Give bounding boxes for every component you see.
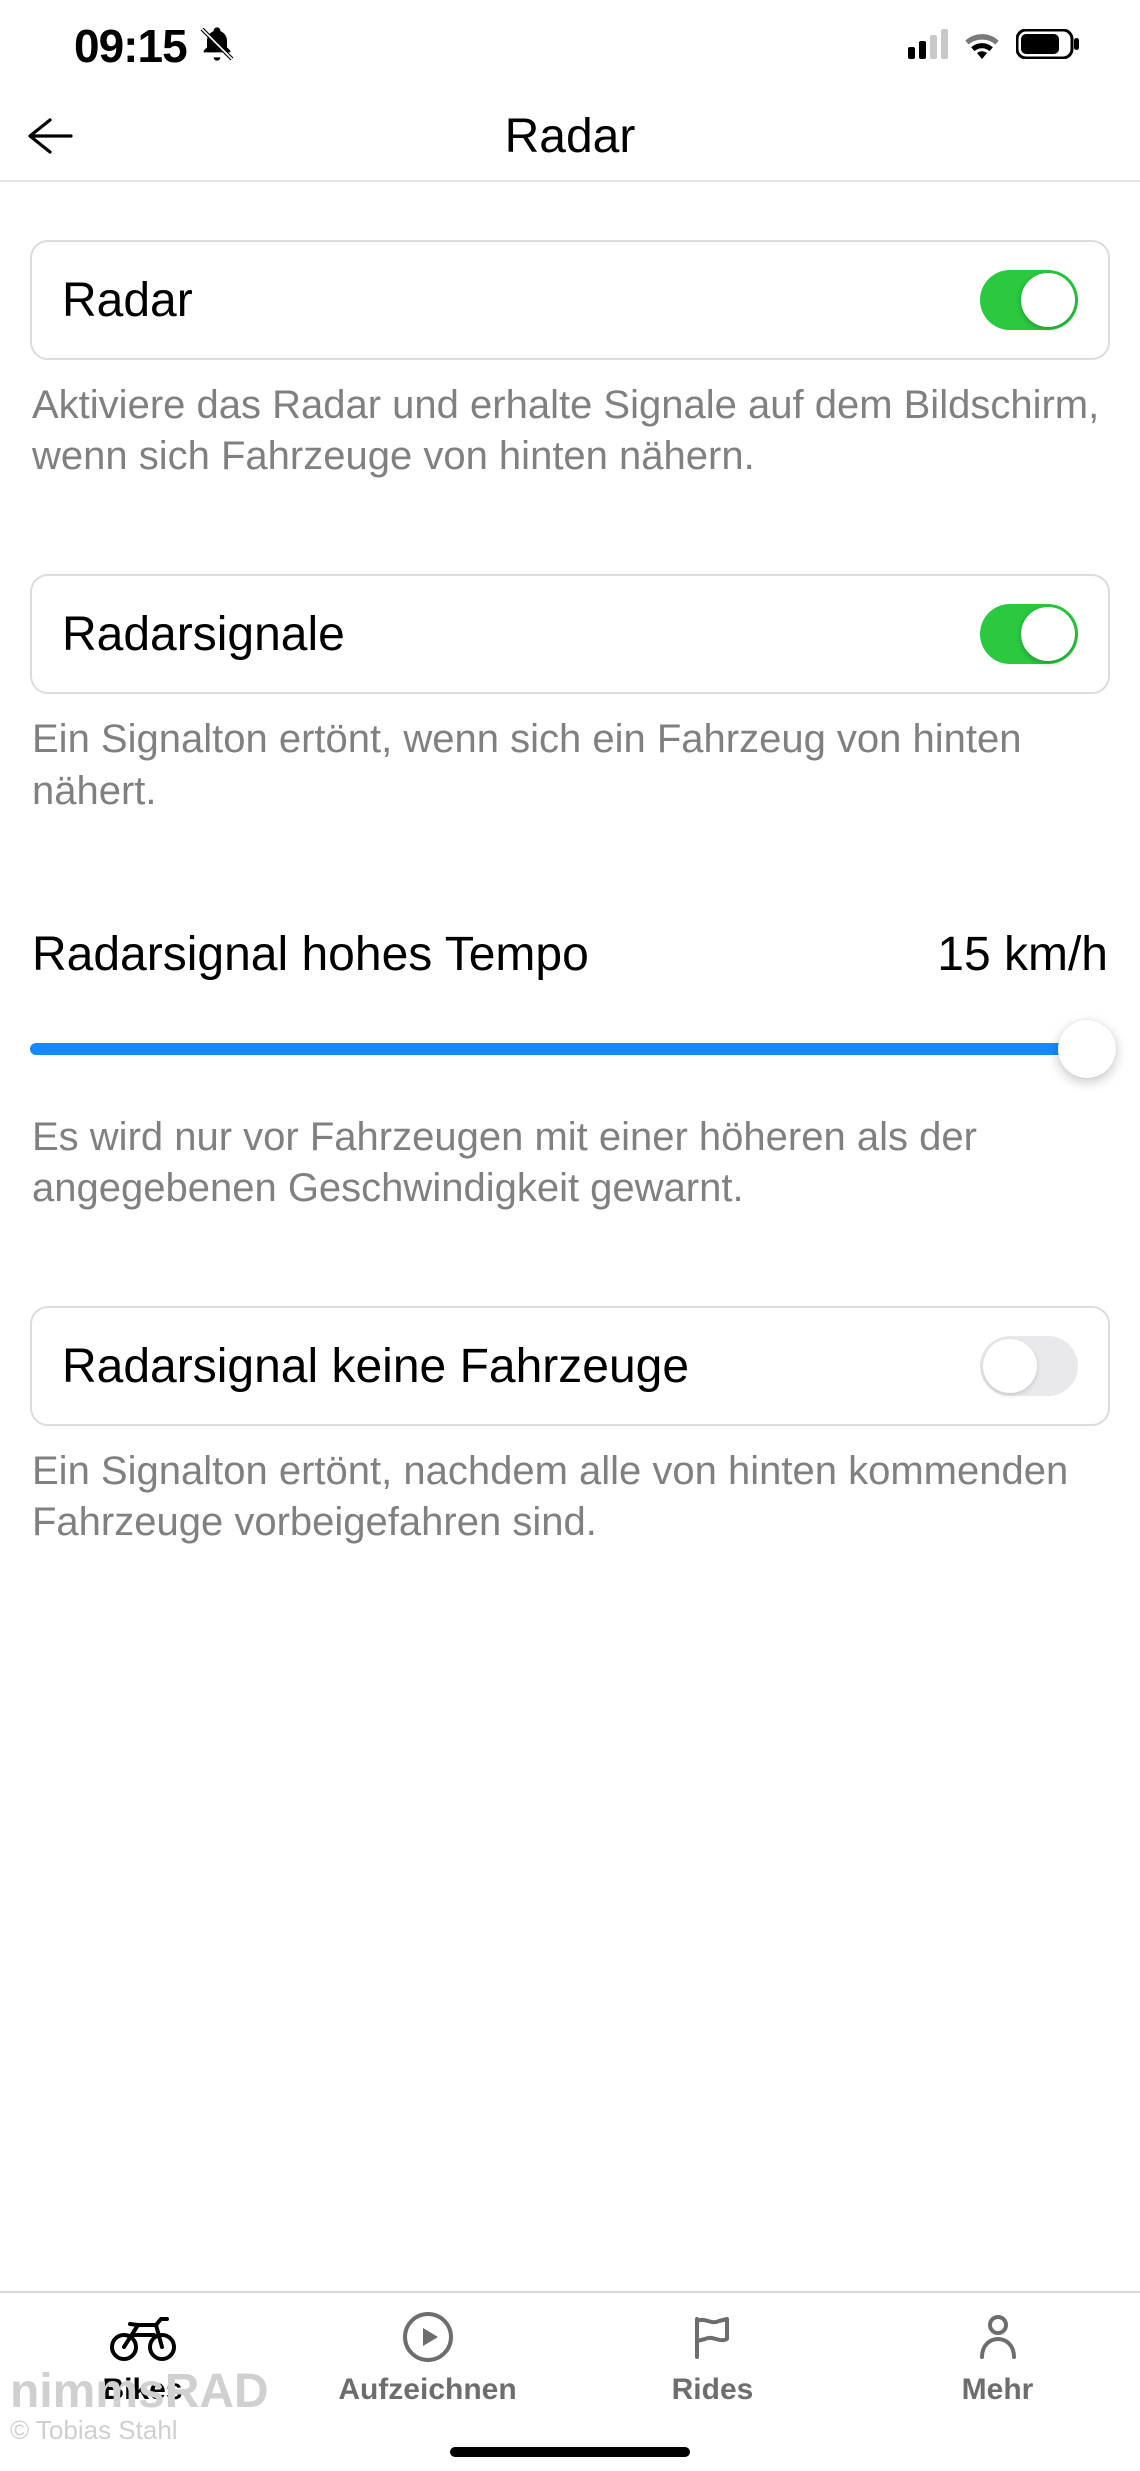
toggle-knob bbox=[1021, 273, 1075, 327]
speed-threshold-header: Radarsignal hohes Tempo 15 km/h bbox=[30, 927, 1110, 982]
battery-icon bbox=[1016, 29, 1080, 64]
content: Radar Aktiviere das Radar und erhalte Si… bbox=[0, 182, 1140, 1549]
arrow-left-icon bbox=[25, 116, 75, 156]
nav-header: Radar bbox=[0, 92, 1140, 182]
tab-label: Bikes bbox=[102, 2373, 182, 2407]
speed-threshold-value: 15 km/h bbox=[937, 927, 1108, 982]
radar-signals-toggle-row[interactable]: Radarsignale bbox=[30, 574, 1110, 694]
record-icon bbox=[402, 2307, 454, 2367]
silent-bell-icon bbox=[197, 24, 237, 69]
no-vehicles-label: Radarsignal keine Fahrzeuge bbox=[62, 1339, 689, 1394]
status-right bbox=[908, 29, 1080, 64]
bike-icon bbox=[108, 2307, 178, 2367]
tab-bikes[interactable]: Bikes bbox=[0, 2307, 285, 2407]
speed-threshold-desc: Es wird nur vor Fahrzeugen mit einer höh… bbox=[32, 1112, 1108, 1214]
radar-toggle-row[interactable]: Radar bbox=[30, 240, 1110, 360]
tab-label: Rides bbox=[672, 2373, 754, 2407]
no-vehicles-desc: Ein Signalton ertönt, nachdem alle von h… bbox=[32, 1446, 1108, 1548]
tab-record[interactable]: Aufzeichnen bbox=[285, 2307, 570, 2407]
home-indicator[interactable] bbox=[450, 2447, 690, 2457]
radar-signals-desc: Ein Signalton ertönt, wenn sich ein Fahr… bbox=[32, 714, 1108, 816]
tab-more[interactable]: Mehr bbox=[855, 2307, 1140, 2407]
person-icon bbox=[972, 2307, 1024, 2367]
tab-rides[interactable]: Rides bbox=[570, 2307, 855, 2407]
slider-track bbox=[30, 1043, 1110, 1055]
toggle-knob bbox=[983, 1339, 1037, 1393]
radar-toggle[interactable] bbox=[980, 270, 1078, 330]
page-title: Radar bbox=[505, 109, 636, 164]
toggle-knob bbox=[1021, 607, 1075, 661]
flag-icon bbox=[687, 2307, 739, 2367]
cellular-signal-icon bbox=[908, 29, 948, 64]
wifi-icon bbox=[962, 29, 1002, 64]
tab-label: Mehr bbox=[962, 2373, 1034, 2407]
speed-threshold-label: Radarsignal hohes Tempo bbox=[32, 927, 589, 982]
speed-threshold-slider[interactable] bbox=[30, 1020, 1110, 1078]
tab-label: Aufzeichnen bbox=[338, 2373, 516, 2407]
radar-toggle-label: Radar bbox=[62, 273, 193, 328]
radar-signals-label: Radarsignale bbox=[62, 607, 345, 662]
no-vehicles-toggle-row[interactable]: Radarsignal keine Fahrzeuge bbox=[30, 1306, 1110, 1426]
status-bar: 09:15 bbox=[0, 0, 1140, 92]
slider-knob[interactable] bbox=[1058, 1020, 1116, 1078]
radar-signals-toggle[interactable] bbox=[980, 604, 1078, 664]
back-button[interactable] bbox=[20, 106, 80, 166]
no-vehicles-toggle[interactable] bbox=[980, 1336, 1078, 1396]
status-time: 09:15 bbox=[74, 19, 187, 73]
status-left: 09:15 bbox=[74, 19, 237, 73]
tab-bar: Bikes Aufzeichnen Rides Mehr bbox=[0, 2291, 1140, 2471]
radar-toggle-desc: Aktiviere das Radar und erhalte Signale … bbox=[32, 380, 1108, 482]
